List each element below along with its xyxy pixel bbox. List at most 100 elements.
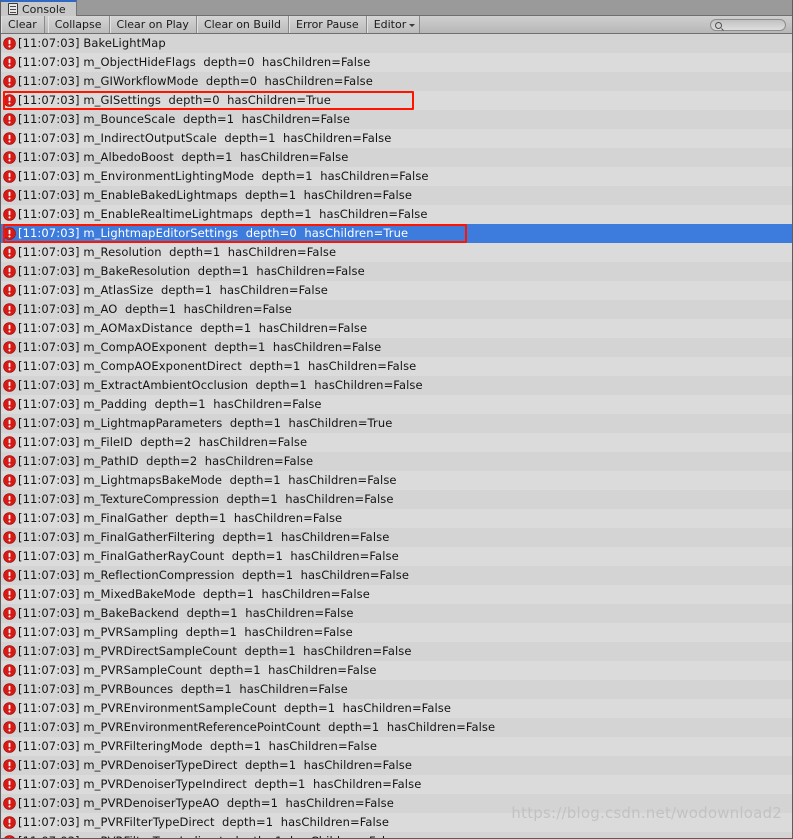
log-entry-text: [11:07:03] m_GIWorkflowMode depth=0 hasC… [18, 73, 373, 88]
log-entry-row[interactable]: [11:07:03] m_ReflectionCompression depth… [1, 566, 792, 585]
log-entry-row[interactable]: [11:07:03] m_PVRBounces depth=1 hasChild… [1, 680, 792, 699]
toolbar-spacer [420, 16, 710, 33]
log-entry-row[interactable]: [11:07:03] m_AOMaxDistance depth=1 hasCh… [1, 319, 792, 338]
clear-button[interactable]: Clear [1, 16, 45, 33]
search-input[interactable] [710, 18, 786, 31]
log-entry-text: [11:07:03] m_EnableBakedLightmaps depth=… [18, 187, 413, 202]
log-entry-text: [11:07:03] m_BakeBackend depth=1 hasChil… [18, 605, 354, 620]
error-icon [3, 75, 16, 88]
error-icon [3, 284, 16, 297]
clear-on-build-button[interactable]: Clear on Build [196, 16, 290, 33]
log-entry-row[interactable]: [11:07:03] m_LightmapEditorSettings dept… [1, 224, 792, 243]
log-entry-row[interactable]: [11:07:03] m_BakeBackend depth=1 hasChil… [1, 604, 792, 623]
console-toolbar: Clear Collapse Clear on Play Clear on Bu… [1, 16, 792, 34]
error-icon [3, 170, 16, 183]
log-entry-row[interactable]: [11:07:03] m_LightmapParameters depth=1 … [1, 414, 792, 433]
unity-console-window: Console Clear Collapse Clear on Play Cle… [0, 0, 793, 839]
log-entry-row[interactable]: [11:07:03] m_FinalGather depth=1 hasChil… [1, 509, 792, 528]
log-entry-row[interactable]: [11:07:03] m_CompAOExponent depth=1 hasC… [1, 338, 792, 357]
log-entry-text: [11:07:03] m_EnvironmentLightingMode dep… [18, 168, 429, 183]
log-entry-row[interactable]: [11:07:03] m_ExtractAmbientOcclusion dep… [1, 376, 792, 395]
clear-on-play-button[interactable]: Clear on Play [109, 16, 197, 33]
log-entry-row[interactable]: [11:07:03] m_Resolution depth=1 hasChild… [1, 243, 792, 262]
log-entry-row[interactable]: [11:07:03] m_PVRFilteringMode depth=1 ha… [1, 737, 792, 756]
error-icon [3, 664, 16, 677]
log-entry-row[interactable]: [11:07:03] m_FinalGatherRayCount depth=1… [1, 547, 792, 566]
log-entry-row[interactable]: [11:07:03] m_GIWorkflowMode depth=0 hasC… [1, 72, 792, 91]
error-icon [3, 607, 16, 620]
log-entry-text: [11:07:03] m_PVRDirectSampleCount depth=… [18, 643, 412, 658]
log-entry-row[interactable]: [11:07:03] m_PVRDirectSampleCount depth=… [1, 642, 792, 661]
log-entry-row[interactable]: [11:07:03] m_BakeResolution depth=1 hasC… [1, 262, 792, 281]
log-entry-row[interactable]: [11:07:03] m_PVREnvironmentSampleCount d… [1, 699, 792, 718]
log-entry-row[interactable]: [11:07:03] m_AtlasSize depth=1 hasChildr… [1, 281, 792, 300]
log-entry-row[interactable]: [11:07:03] m_ObjectHideFlags depth=0 has… [1, 53, 792, 72]
error-icon [3, 683, 16, 696]
log-entry-row[interactable]: [11:07:03] BakeLightMap [1, 34, 792, 53]
log-entry-text: [11:07:03] m_PVREnvironmentSampleCount d… [18, 700, 452, 715]
log-entry-row[interactable]: [11:07:03] m_PVREnvironmentReferencePoin… [1, 718, 792, 737]
log-entry-text: [11:07:03] m_ReflectionCompression depth… [18, 567, 409, 582]
error-icon [3, 113, 16, 126]
log-entry-text: [11:07:03] m_ObjectHideFlags depth=0 has… [18, 54, 371, 69]
log-entry-row[interactable]: [11:07:03] m_FileID depth=2 hasChildren=… [1, 433, 792, 452]
log-entry-row[interactable]: [11:07:03] m_PVRSampling depth=1 hasChil… [1, 623, 792, 642]
log-entry-text: [11:07:03] m_MixedBakeMode depth=1 hasCh… [18, 586, 370, 601]
log-entry-text: [11:07:03] m_BakeResolution depth=1 hasC… [18, 263, 365, 278]
tab-console[interactable]: Console [1, 0, 77, 16]
log-entry-row[interactable]: [11:07:03] m_AO depth=1 hasChildren=Fals… [1, 300, 792, 319]
log-entry-row[interactable]: [11:07:03] m_AlbedoBoost depth=1 hasChil… [1, 148, 792, 167]
log-entry-row[interactable]: [11:07:03] m_TextureCompression depth=1 … [1, 490, 792, 509]
editor-dropdown-button[interactable]: Editor [366, 16, 421, 33]
log-entry-text: [11:07:03] m_LightmapsBakeMode depth=1 h… [18, 472, 397, 487]
log-entry-row[interactable]: [11:07:03] m_FinalGatherFiltering depth=… [1, 528, 792, 547]
log-entry-row[interactable]: [11:07:03] m_LightmapsBakeMode depth=1 h… [1, 471, 792, 490]
log-entry-row[interactable]: [11:07:03] m_PathID depth=2 hasChildren=… [1, 452, 792, 471]
log-entry-row[interactable]: [11:07:03] m_MixedBakeMode depth=1 hasCh… [1, 585, 792, 604]
log-entry-row[interactable]: [11:07:03] m_Padding depth=1 hasChildren… [1, 395, 792, 414]
error-icon [3, 322, 16, 335]
log-entry-row[interactable]: [11:07:03] m_IndirectOutputScale depth=1… [1, 129, 792, 148]
log-entry-text: [11:07:03] m_PVRSampling depth=1 hasChil… [18, 624, 353, 639]
log-entry-row[interactable]: [11:07:03] m_PVRDenoiserTypeDirect depth… [1, 756, 792, 775]
error-icon [3, 626, 16, 639]
error-icon [3, 588, 16, 601]
log-entry-row[interactable]: [11:07:03] m_GISettings depth=0 hasChild… [1, 91, 792, 110]
error-pause-button[interactable]: Error Pause [289, 16, 367, 33]
log-entry-row[interactable]: [11:07:03] m_BounceScale depth=1 hasChil… [1, 110, 792, 129]
error-icon [3, 816, 16, 829]
error-icon [3, 455, 16, 468]
error-icon [3, 702, 16, 715]
error-icon [3, 189, 16, 202]
log-entry-text: [11:07:03] m_AOMaxDistance depth=1 hasCh… [18, 320, 368, 335]
error-icon [3, 379, 16, 392]
log-entry-row[interactable]: [11:07:03] m_PVRDenoiserTypeIndirect dep… [1, 775, 792, 794]
log-entry-text: [11:07:03] m_PVRDenoiserTypeIndirect dep… [18, 776, 422, 791]
error-icon [3, 474, 16, 487]
collapse-button[interactable]: Collapse [47, 16, 110, 33]
error-icon [3, 341, 16, 354]
error-icon [3, 550, 16, 563]
log-entry-text: [11:07:03] m_AO depth=1 hasChildren=Fals… [18, 301, 292, 316]
editor-dropdown-label: Editor [373, 18, 407, 31]
log-entry-text: [11:07:03] m_GISettings depth=0 hasChild… [18, 92, 331, 107]
error-icon [3, 740, 16, 753]
log-entry-text: [11:07:03] m_Padding depth=1 hasChildren… [18, 396, 322, 411]
error-icon [3, 797, 16, 810]
log-entry-row[interactable]: [11:07:03] m_EnableRealtimeLightmaps dep… [1, 205, 792, 224]
log-entry-text: [11:07:03] m_FinalGatherFiltering depth=… [18, 529, 390, 544]
error-icon [3, 56, 16, 69]
error-icon [3, 512, 16, 525]
log-entry-row[interactable]: [11:07:03] m_EnvironmentLightingMode dep… [1, 167, 792, 186]
log-entry-row[interactable]: [11:07:03] m_CompAOExponentDirect depth=… [1, 357, 792, 376]
log-entry-row[interactable]: [11:07:03] m_PVRSampleCount depth=1 hasC… [1, 661, 792, 680]
error-icon [3, 265, 16, 278]
log-entry-text: [11:07:03] m_PVRFilteringMode depth=1 ha… [18, 738, 378, 753]
log-entry-text: [11:07:03] m_LightmapEditorSettings dept… [18, 225, 409, 240]
error-icon [3, 94, 16, 107]
log-entry-row[interactable]: [11:07:03] m_EnableBakedLightmaps depth=… [1, 186, 792, 205]
console-log-list[interactable]: [11:07:03] BakeLightMap [11:07:03] m_Obje… [1, 34, 792, 838]
log-entry-row[interactable]: [11:07:03] m_PVRFilterTypeIndirect depth… [1, 832, 792, 838]
error-icon [3, 417, 16, 430]
log-entry-text: [11:07:03] m_ExtractAmbientOcclusion dep… [18, 377, 423, 392]
